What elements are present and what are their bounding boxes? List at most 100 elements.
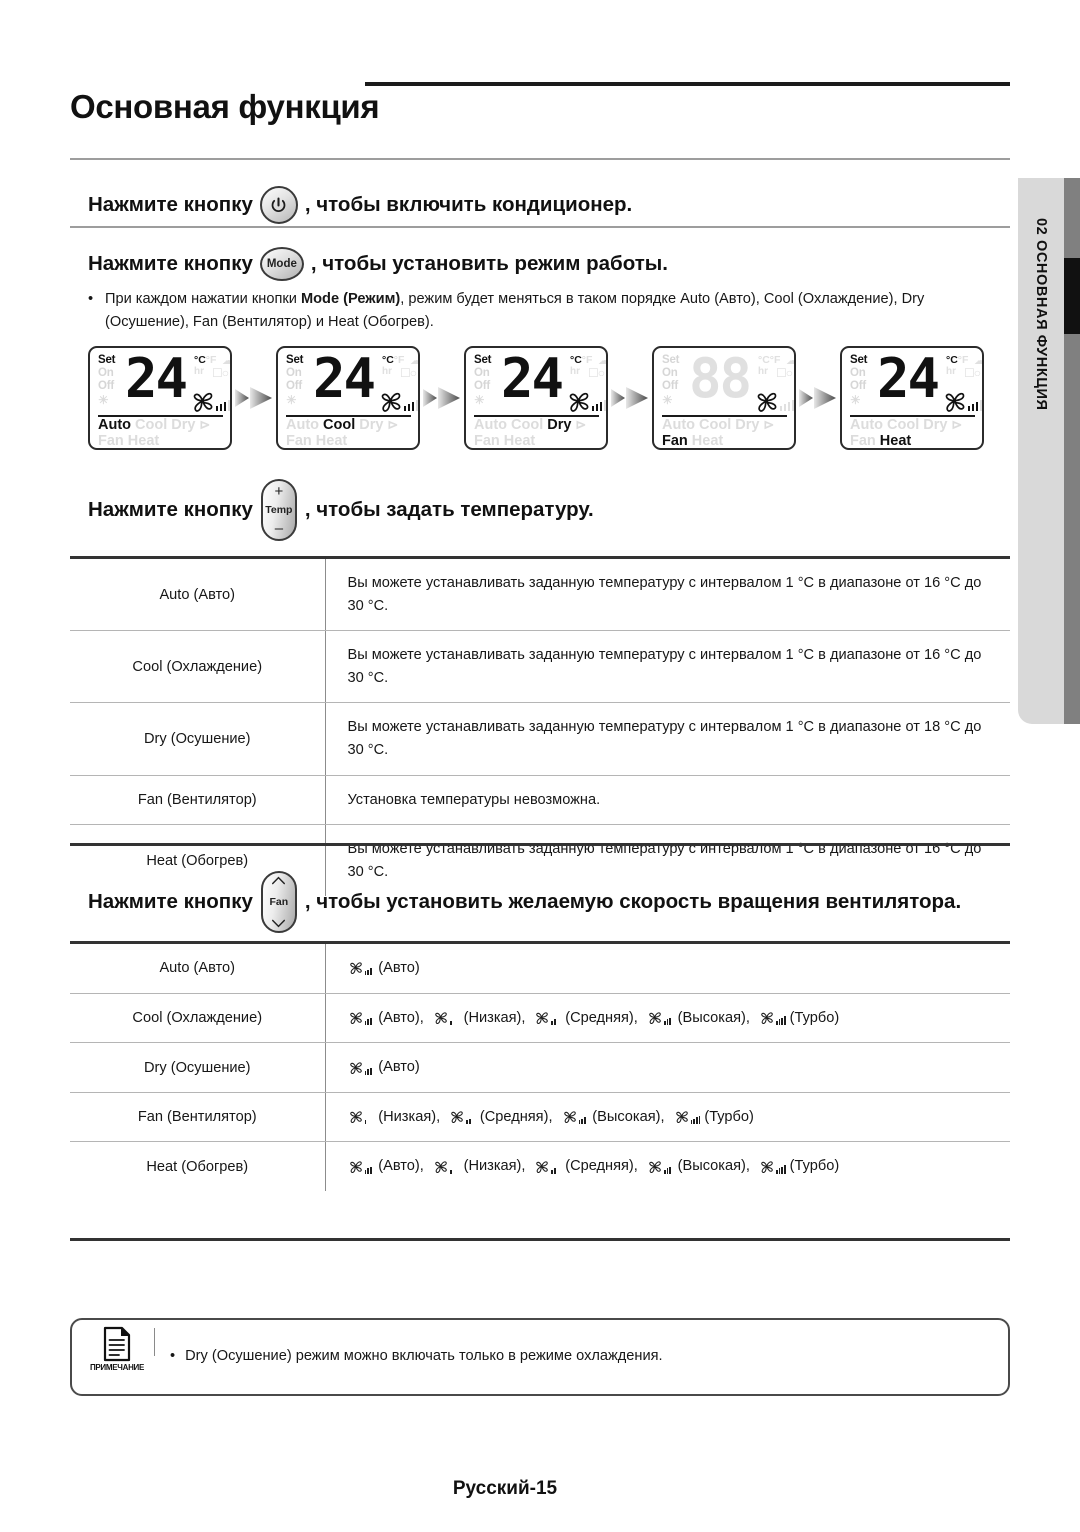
page-title: Основная функция bbox=[70, 88, 380, 126]
fan-blade-icon bbox=[349, 1061, 362, 1074]
fan-speed-icon bbox=[348, 1109, 375, 1125]
power-icon bbox=[272, 197, 286, 212]
fan-row-speeds-2: (Авто) bbox=[325, 1042, 1010, 1093]
fan-blade-icon bbox=[435, 1161, 447, 1173]
lcd-left-indicators: Set On Off ☀ bbox=[98, 354, 116, 406]
lcd-off-label: Off bbox=[474, 380, 491, 393]
fan-speed-icon bbox=[647, 1010, 674, 1026]
fan-speed-option-auto: (Авто) bbox=[348, 957, 420, 980]
table-row: Heat (Обогрев) (Авто), (Низкая), (Средня… bbox=[70, 1141, 1010, 1192]
lcd-fan-speed-bars bbox=[968, 400, 982, 411]
fan-blade-icon bbox=[193, 392, 213, 412]
note-label: ПРИМЕЧАНИЕ bbox=[89, 1363, 145, 1372]
double-arrow-icon bbox=[799, 387, 836, 409]
instruction-fan: Нажмите кнопку Fan , чтобы установить же… bbox=[88, 871, 961, 933]
instruction-temp-before: Нажмите кнопку bbox=[88, 497, 253, 521]
instruction-power: Нажмите кнопку , чтобы включить кондицио… bbox=[88, 186, 632, 224]
table-row: Cool (Охлаждение) (Авто), (Низкая), (Сре… bbox=[70, 993, 1010, 1044]
lcd-left-indicators: Set On Off ☀ bbox=[474, 354, 492, 407]
lcd-divider-2 bbox=[662, 449, 787, 450]
fan-speed-option-high: (Высокая) bbox=[647, 1155, 746, 1178]
fan-speed-label: (Высокая) bbox=[677, 1009, 746, 1026]
temp-plus-label: + bbox=[274, 483, 284, 500]
mode-bullet: • При каждом нажатии кнопки Mode (Режим)… bbox=[88, 288, 1008, 333]
double-arrow-icon bbox=[611, 387, 648, 409]
lcd-panel-fan: Set On Off ☀ 88 °C°F hr ☁ ☐○ Auto Cool Dry bbox=[652, 346, 796, 450]
fan-speed-icon bbox=[759, 1010, 786, 1026]
lcd-mode-fan: Fan bbox=[98, 433, 124, 449]
lcd-off-label: Off bbox=[850, 380, 867, 393]
mode-button[interactable]: Mode bbox=[259, 247, 304, 281]
lcd-on-label: On bbox=[98, 367, 114, 380]
fan-speed-label: (Высокая) bbox=[677, 1158, 746, 1175]
swing-icon: ⊳ bbox=[763, 417, 775, 432]
temp-row-mode-0: Auto (Авто) bbox=[70, 559, 326, 632]
power-button[interactable] bbox=[259, 186, 298, 224]
fan-speed-icon bbox=[647, 1159, 674, 1175]
double-arrow-icon bbox=[235, 387, 272, 409]
mode-sequence-diagram: Set On Off ☀ 24 °C°F hr ☁ ☐○ Auto Cool Dry bbox=[88, 346, 984, 450]
lcd-mode-dry: Dry bbox=[547, 417, 572, 433]
instruction-mode-before: Нажмите кнопку bbox=[88, 251, 253, 275]
note-bullet-text: Dry (Осушение) режим можно включать толь… bbox=[185, 1348, 663, 1364]
fan-row-mode-4: Heat (Обогрев) bbox=[70, 1141, 326, 1192]
sequence-arrow bbox=[608, 381, 652, 415]
fan-speed-icon bbox=[433, 1010, 460, 1026]
swing-icon: ⊳ bbox=[575, 417, 587, 432]
lcd-mode-cool: Cool bbox=[135, 417, 168, 433]
fan-speed-option-med: (Средняя) bbox=[534, 1007, 634, 1030]
side-chapter-marker bbox=[1064, 258, 1080, 334]
fan-speed-icon bbox=[449, 1109, 476, 1125]
sun-icon: ☀ bbox=[474, 392, 485, 407]
fan-speed-label: (Авто) bbox=[378, 960, 420, 976]
fan-speed-option-auto: (Авто) bbox=[348, 1007, 420, 1030]
lcd-on-label: On bbox=[850, 367, 866, 380]
fan-blade-icon bbox=[945, 392, 965, 412]
fan-button[interactable]: Fan bbox=[260, 871, 297, 933]
lcd-mode-list: Auto Cool Dry ⊳ Fan Heat bbox=[662, 417, 792, 448]
lcd-mode-dry: Dry bbox=[359, 417, 384, 433]
table-row: Fan (Вентилятор) Установка температуры н… bbox=[70, 775, 1010, 826]
lcd-mode-auto: Auto bbox=[98, 417, 132, 433]
lcd-mode-heat: Heat bbox=[879, 433, 912, 449]
fan-speed-label: (Авто) bbox=[378, 1059, 420, 1076]
lcd-temperature-digits: 24 bbox=[125, 347, 188, 410]
lcd-mode-dry: Dry bbox=[171, 417, 196, 433]
fan-speed-icon bbox=[534, 1159, 561, 1175]
divider-top bbox=[70, 158, 1010, 160]
fan-speed-label: (Авто) bbox=[378, 1158, 420, 1175]
lcd-mode-auto: Auto bbox=[474, 417, 508, 433]
fan-speed-option-med: (Средняя) bbox=[534, 1155, 634, 1178]
table-row: Dry (Осушение) Вы можете устанавливать з… bbox=[70, 702, 1010, 776]
lcd-mode-fan: Fan bbox=[474, 433, 500, 449]
chevron-down-icon bbox=[272, 919, 286, 928]
fan-speed-label: (Низкая) bbox=[463, 1009, 522, 1026]
bullet-marker: • bbox=[88, 291, 94, 307]
fan-speed-option-low: (Низкая) bbox=[433, 1007, 522, 1030]
fan-speed-option-turbo: (Турбо) bbox=[759, 1007, 839, 1030]
temp-row-desc-1: Вы можете устанавливать заданную темпера… bbox=[325, 630, 1010, 704]
fan-speed-option-turbo: (Турбо) bbox=[674, 1106, 754, 1129]
fan-speed-label: (Турбо) bbox=[789, 1009, 840, 1026]
note-content: • Dry (Осушение) режим можно включать то… bbox=[170, 1348, 663, 1366]
temp-row-desc-2: Вы можете устанавливать заданную темпера… bbox=[325, 702, 1010, 776]
fan-row-mode-1: Cool (Охлаждение) bbox=[70, 993, 326, 1044]
lcd-fahrenheit-label: °F bbox=[393, 354, 405, 366]
fan-speed-option-turbo: (Турбо) bbox=[759, 1155, 839, 1178]
table-row: Fan (Вентилятор) (Низкая), (Средняя), (В… bbox=[70, 1092, 1010, 1143]
chapter-tab: 02 ОСНОВНАЯ ФУНКЦИЯ bbox=[1018, 178, 1064, 724]
lcd-temperature-digits: 24 bbox=[877, 347, 940, 410]
battery-icon: ☐○ bbox=[400, 366, 417, 380]
fan-speed-icon bbox=[562, 1109, 589, 1125]
instruction-power-before: Нажмите кнопку bbox=[88, 192, 253, 216]
fan-blade-icon bbox=[349, 1111, 362, 1124]
temp-button[interactable]: + Temp – bbox=[260, 479, 297, 541]
lcd-mode-cool: Cool bbox=[699, 417, 732, 433]
lcd-mode-heat: Heat bbox=[127, 433, 160, 449]
note-document-icon bbox=[103, 1326, 131, 1362]
lcd-temperature-digits: 24 bbox=[313, 347, 376, 410]
lcd-mode-list: Auto Cool Dry ⊳ Fan Heat bbox=[474, 417, 604, 449]
lcd-divider-2 bbox=[286, 449, 411, 450]
fan-row-mode-0: Auto (Авто) bbox=[70, 944, 326, 994]
lcd-temperature-digits: 24 bbox=[501, 347, 564, 410]
